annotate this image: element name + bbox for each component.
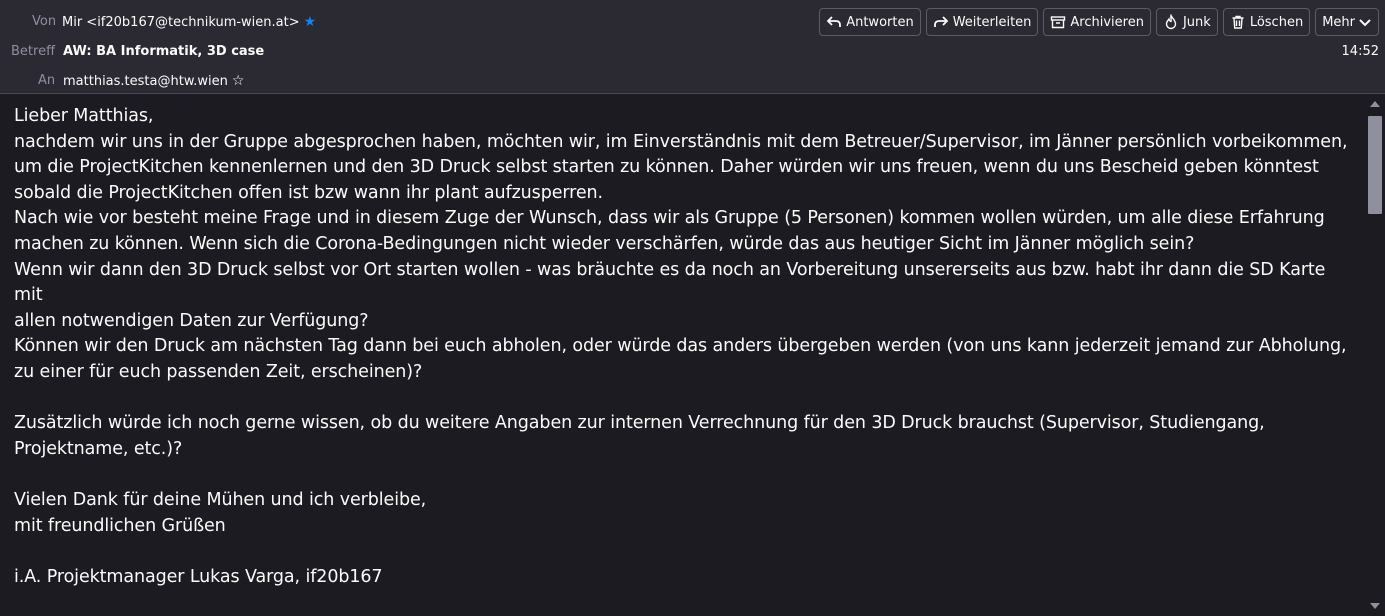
- reply-label: Antworten: [846, 14, 914, 30]
- junk-button[interactable]: Junk: [1155, 8, 1218, 36]
- junk-label: Junk: [1182, 14, 1211, 30]
- trash-icon: [1229, 13, 1247, 31]
- chevron-down-icon: [1356, 13, 1374, 31]
- delete-button[interactable]: Löschen: [1222, 8, 1311, 36]
- delete-label: Löschen: [1249, 14, 1304, 30]
- reply-button[interactable]: Antworten: [819, 8, 921, 36]
- subject-label: Betreff: [11, 44, 56, 59]
- message-body: Lieber Matthias, nachdem wir uns in der …: [14, 106, 1348, 587]
- forward-icon: [932, 13, 950, 31]
- more-button[interactable]: Mehr: [1315, 8, 1379, 36]
- from-address[interactable]: Mir <if20b167@technikum-wien.at>: [62, 15, 300, 30]
- message-toolbar: Antworten Weiterleiten Archivieren Junk …: [819, 8, 1379, 36]
- archive-label: Archivieren: [1070, 14, 1144, 30]
- archive-button[interactable]: Archivieren: [1043, 8, 1151, 36]
- to-address[interactable]: matthias.testa@htw.wien: [63, 74, 228, 89]
- scroll-up-arrow-icon[interactable]: [1365, 94, 1385, 114]
- message-time: 14:52: [1341, 44, 1379, 59]
- flame-icon: [1162, 13, 1180, 31]
- forward-label: Weiterleiten: [952, 14, 1032, 30]
- message-body-area[interactable]: Lieber Matthias, nachdem wir uns in der …: [0, 94, 1365, 616]
- forward-button[interactable]: Weiterleiten: [925, 8, 1039, 36]
- subject-value: AW: BA Informatik, 3D case: [63, 44, 265, 59]
- scrollbar-thumb[interactable]: [1368, 116, 1382, 214]
- star-outline-icon[interactable]: ☆: [232, 73, 245, 89]
- archive-icon: [1049, 13, 1067, 31]
- message-header: Von Mir <if20b167@technikum-wien.at> ★ Be…: [0, 0, 1385, 94]
- more-label: Mehr: [1322, 14, 1355, 30]
- to-label: An: [38, 73, 56, 88]
- scroll-down-arrow-icon[interactable]: [1365, 596, 1385, 616]
- from-label: Von: [32, 14, 57, 29]
- reply-icon: [825, 13, 843, 31]
- star-filled-icon[interactable]: ★: [304, 14, 317, 30]
- from-value: Mir <if20b167@technikum-wien.at> ★: [62, 14, 316, 30]
- to-value: matthias.testa@htw.wien ☆: [63, 73, 244, 89]
